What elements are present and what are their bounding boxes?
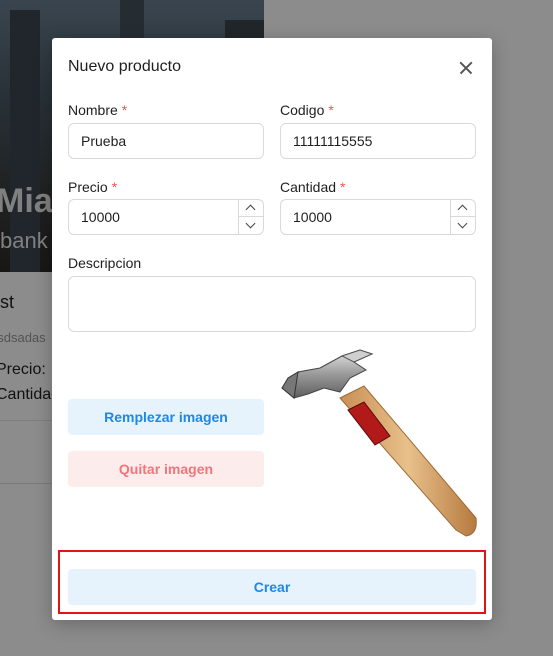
cantidad-label-text: Cantidad xyxy=(280,179,337,195)
cantidad-label: Cantidad * xyxy=(280,179,346,195)
codigo-input[interactable]: 11111115555 xyxy=(280,123,476,159)
new-product-modal: Nuevo producto Nombre * Prueba Codigo * 11… xyxy=(52,38,492,620)
codigo-label-text: Codigo xyxy=(280,102,325,118)
precio-increment-button[interactable] xyxy=(239,200,263,217)
precio-label: Precio * xyxy=(68,179,117,195)
chevron-down-icon xyxy=(457,218,468,229)
precio-stepper xyxy=(238,200,263,234)
chevron-down-icon xyxy=(245,218,256,229)
replace-image-button[interactable]: Remplezar imagen xyxy=(68,399,264,435)
precio-number-input[interactable]: 10000 xyxy=(68,199,264,235)
precio-decrement-button[interactable] xyxy=(239,217,263,234)
cantidad-increment-button[interactable] xyxy=(451,200,475,217)
precio-required-mark: * xyxy=(111,179,118,195)
chevron-up-icon xyxy=(245,204,256,215)
crear-button[interactable]: Crear xyxy=(68,569,476,605)
cantidad-required-mark: * xyxy=(340,179,346,195)
cantidad-value: 10000 xyxy=(293,209,332,225)
precio-label-text: Precio xyxy=(68,179,108,195)
modal-title: Nuevo producto xyxy=(68,58,181,75)
nombre-input[interactable]: Prueba xyxy=(68,123,264,159)
precio-value: 10000 xyxy=(81,209,120,225)
cantidad-number-input[interactable]: 10000 xyxy=(280,199,476,235)
remove-image-button[interactable]: Quitar imagen xyxy=(68,451,264,487)
product-image-hammer xyxy=(281,349,477,537)
descripcion-label: Descripcion xyxy=(68,255,142,271)
chevron-up-icon xyxy=(457,204,468,215)
nombre-label: Nombre * xyxy=(68,102,127,118)
codigo-label: Codigo * xyxy=(280,102,334,118)
codigo-required-mark: * xyxy=(328,102,334,118)
nombre-required-mark: * xyxy=(121,102,128,118)
descripcion-textarea[interactable] xyxy=(68,276,476,332)
close-icon[interactable] xyxy=(456,58,476,78)
cantidad-stepper xyxy=(450,200,475,234)
nombre-label-text: Nombre xyxy=(68,102,118,118)
cantidad-decrement-button[interactable] xyxy=(451,217,475,234)
